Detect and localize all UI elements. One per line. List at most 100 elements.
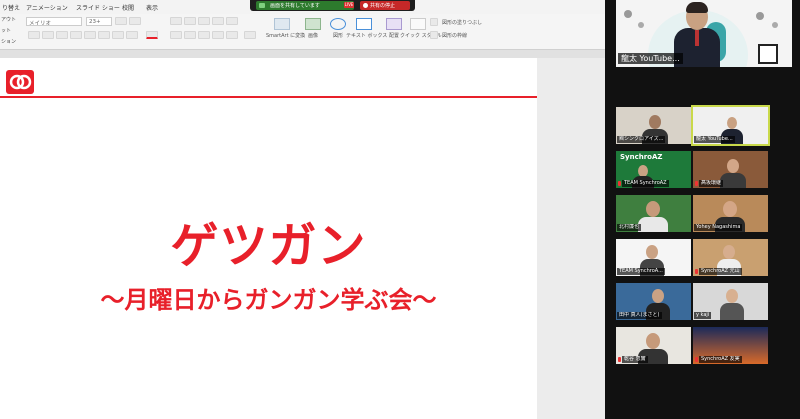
participant-face xyxy=(646,201,660,217)
participant-name: SynchroAZ 友実 xyxy=(699,356,742,363)
participant-tile[interactable]: SynchroAZ 友実 xyxy=(693,327,768,364)
participant-face xyxy=(723,201,737,217)
participant-tile[interactable]: 北村廉也 xyxy=(616,195,691,232)
font-name-select[interactable]: メイリオ xyxy=(26,17,82,26)
decor-icon xyxy=(638,22,644,28)
indent-decrease-button[interactable] xyxy=(198,17,210,25)
justify-button[interactable] xyxy=(212,31,224,39)
sharing-label: 画面を共有しています xyxy=(270,3,320,9)
muted-mic-icon xyxy=(695,357,698,362)
shape-fill-icon[interactable] xyxy=(430,18,438,26)
italic-button[interactable] xyxy=(42,31,54,39)
participant-tile[interactable]: SynchroAZ 元山 xyxy=(693,239,768,276)
font-color-picker[interactable] xyxy=(146,31,158,39)
underline-button[interactable] xyxy=(56,31,68,39)
shape-fill-label[interactable]: 図形の塗りつぶし xyxy=(442,19,482,26)
shape-outline-label[interactable]: 図形の枠線 xyxy=(442,32,467,39)
participant-name: SynchroAZ 元山 xyxy=(699,268,742,275)
shapes-icon[interactable] xyxy=(330,18,346,30)
participant-face xyxy=(646,245,658,259)
speaker-tie xyxy=(695,30,699,46)
indent-increase-button[interactable] xyxy=(212,17,224,25)
textbox-icon[interactable] xyxy=(356,18,372,30)
zoom-participant-gallery: 龍太 YouTube... ㈱シンクロアイズ... 龍太 YouTube... … xyxy=(605,0,800,419)
participant-tile[interactable]: TEAM SynchroA... xyxy=(616,239,691,276)
slide-header-divider xyxy=(0,96,537,98)
decor-icon xyxy=(772,22,778,28)
font-size-select[interactable]: 23+ xyxy=(86,17,112,26)
slide-title[interactable]: ゲツガン xyxy=(0,206,537,276)
live-badge: LIVE xyxy=(344,2,354,8)
picture-icon[interactable] xyxy=(305,18,321,30)
shapes-label: 図形 xyxy=(332,33,343,39)
participant-name: Yohey Nagashima xyxy=(694,224,743,231)
participant-name: 龍太 YouTube... xyxy=(694,136,735,143)
participant-name: y kaji xyxy=(694,312,712,319)
quick-styles-icon[interactable] xyxy=(410,18,426,30)
stop-icon xyxy=(363,3,368,8)
font-grow-button[interactable] xyxy=(115,17,127,25)
section-label[interactable]: ション xyxy=(1,38,16,45)
participant-tile-active[interactable]: 龍太 YouTube... xyxy=(691,105,770,146)
muted-mic-icon xyxy=(695,181,698,186)
shape-outline-icon[interactable] xyxy=(430,31,438,39)
muted-mic-icon xyxy=(618,357,621,362)
picture-label: 画像 xyxy=(307,33,318,39)
ribbon-toolbar: アウト ット ション メイリオ 23+ SmartArt に変換 画像 図形 テ… xyxy=(0,14,605,50)
smartart-label: SmartArt に変換 xyxy=(266,33,306,39)
tab-animations[interactable]: アニメーション xyxy=(26,3,68,12)
strikethrough-button[interactable] xyxy=(70,31,82,39)
align-right-button[interactable] xyxy=(198,31,210,39)
screen-share-icon xyxy=(259,3,265,8)
powerpoint-window: り替え アニメーション スライド ショー 校閲 表示 画面を共有しています LI… xyxy=(0,0,605,419)
slide-canvas[interactable]: ゲツガン ～月曜日からガンガン学ぶ会～ xyxy=(0,58,537,419)
tab-transitions[interactable]: り替え xyxy=(2,3,20,12)
columns-button[interactable] xyxy=(226,31,238,39)
participant-tile[interactable]: SynchroAZ TEAM SynchroAZ xyxy=(616,151,691,188)
active-speaker-video[interactable]: 龍太 YouTube... xyxy=(616,0,792,67)
smartart-icon[interactable] xyxy=(274,18,290,30)
participant-tile[interactable]: 田中 真人(まさと) xyxy=(616,283,691,320)
layout-label[interactable]: アウト xyxy=(1,16,16,23)
align-center-button[interactable] xyxy=(184,31,196,39)
tab-slideshow[interactable]: スライド ショー xyxy=(76,3,120,12)
tab-view[interactable]: 表示 xyxy=(146,3,158,12)
participant-face xyxy=(727,159,739,173)
text-direction-button[interactable] xyxy=(244,31,256,39)
superscript-button[interactable] xyxy=(84,31,96,39)
participant-name: 乾谷 恵實 xyxy=(622,356,648,363)
screen: り替え アニメーション スライド ショー 校閲 表示 画面を共有しています LI… xyxy=(0,0,800,419)
sharing-indicator: 画面を共有しています xyxy=(256,1,354,10)
reset-label[interactable]: ット xyxy=(1,27,11,34)
speaker-name-label: 龍太 YouTube... xyxy=(618,53,683,64)
participant-name: 髙坂環継 xyxy=(699,180,724,187)
slide-subtitle[interactable]: ～月曜日からガンガン学ぶ会～ xyxy=(0,280,537,315)
numbering-button[interactable] xyxy=(184,17,196,25)
participant-face xyxy=(726,289,738,303)
font-color-button[interactable] xyxy=(126,31,138,39)
team-banner: SynchroAZ xyxy=(620,153,663,161)
bullets-button[interactable] xyxy=(170,17,182,25)
participant-name: ㈱シンクロアイズ... xyxy=(617,136,666,143)
subscript-button[interactable] xyxy=(98,31,110,39)
tab-review[interactable]: 校閲 xyxy=(122,3,134,12)
participant-tile[interactable]: 乾谷 恵實 xyxy=(616,327,691,364)
qr-code-icon xyxy=(758,44,778,64)
highlight-button[interactable] xyxy=(112,31,124,39)
participant-tile[interactable]: 髙坂環継 xyxy=(693,151,768,188)
participant-tile[interactable]: Yohey Nagashima xyxy=(693,195,768,232)
slide-editor: ゲツガン ～月曜日からガンガン学ぶ会～ xyxy=(0,50,605,419)
arrange-icon[interactable] xyxy=(386,18,402,30)
participant-body xyxy=(638,217,668,232)
zoom-share-toolbar: 画面を共有しています LIVE 共有の停止 xyxy=(250,0,415,11)
stop-share-label: 共有の停止 xyxy=(370,3,396,9)
participant-name: TEAM SynchroA... xyxy=(617,268,665,275)
bold-button[interactable] xyxy=(28,31,40,39)
participant-tile[interactable]: ㈱シンクロアイズ... xyxy=(616,107,691,144)
align-left-button[interactable] xyxy=(170,31,182,39)
font-shrink-button[interactable] xyxy=(129,17,141,25)
line-spacing-button[interactable] xyxy=(226,17,238,25)
stop-share-button[interactable]: 共有の停止 xyxy=(360,1,410,10)
participant-tile[interactable]: y kaji xyxy=(693,283,768,320)
participant-face xyxy=(727,117,737,129)
